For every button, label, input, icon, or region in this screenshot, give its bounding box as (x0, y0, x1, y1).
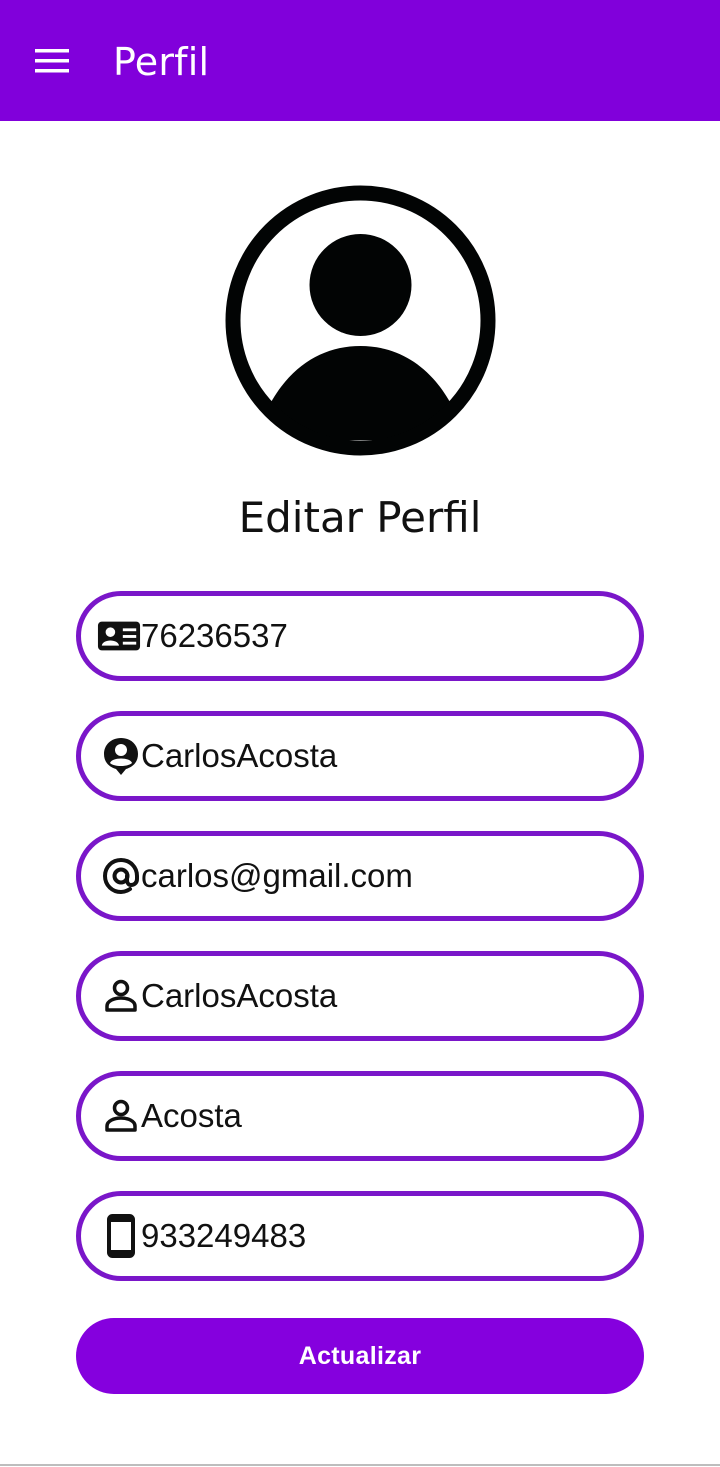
email-field[interactable] (76, 831, 644, 921)
at-sign-icon (99, 854, 143, 898)
last-name-input[interactable] (141, 1076, 631, 1156)
account-circle-icon (225, 185, 496, 456)
dni-input[interactable] (141, 596, 631, 676)
first-name-input[interactable] (141, 956, 631, 1036)
email-input[interactable] (141, 836, 631, 916)
account-pin-icon (99, 734, 143, 778)
avatar (225, 185, 496, 456)
first-name-field[interactable] (76, 951, 644, 1041)
username-input[interactable] (141, 716, 631, 796)
page-title: Perfil (113, 40, 210, 84)
app-bar: Perfil (0, 0, 720, 121)
divider (0, 1464, 720, 1466)
hamburger-menu-icon (35, 49, 69, 73)
last-name-field[interactable] (76, 1071, 644, 1161)
dni-field[interactable] (76, 591, 644, 681)
update-button[interactable]: Actualizar (76, 1318, 644, 1394)
phone-field[interactable] (76, 1191, 644, 1281)
username-field[interactable] (76, 711, 644, 801)
phone-input[interactable] (141, 1196, 631, 1276)
edit-profile-heading: Editar Perfil (238, 493, 482, 542)
id-card-icon (97, 614, 141, 658)
person-outline-icon (99, 1094, 143, 1138)
person-outline-icon (99, 974, 143, 1018)
menu-button[interactable] (28, 40, 76, 82)
smartphone-icon (99, 1214, 143, 1258)
